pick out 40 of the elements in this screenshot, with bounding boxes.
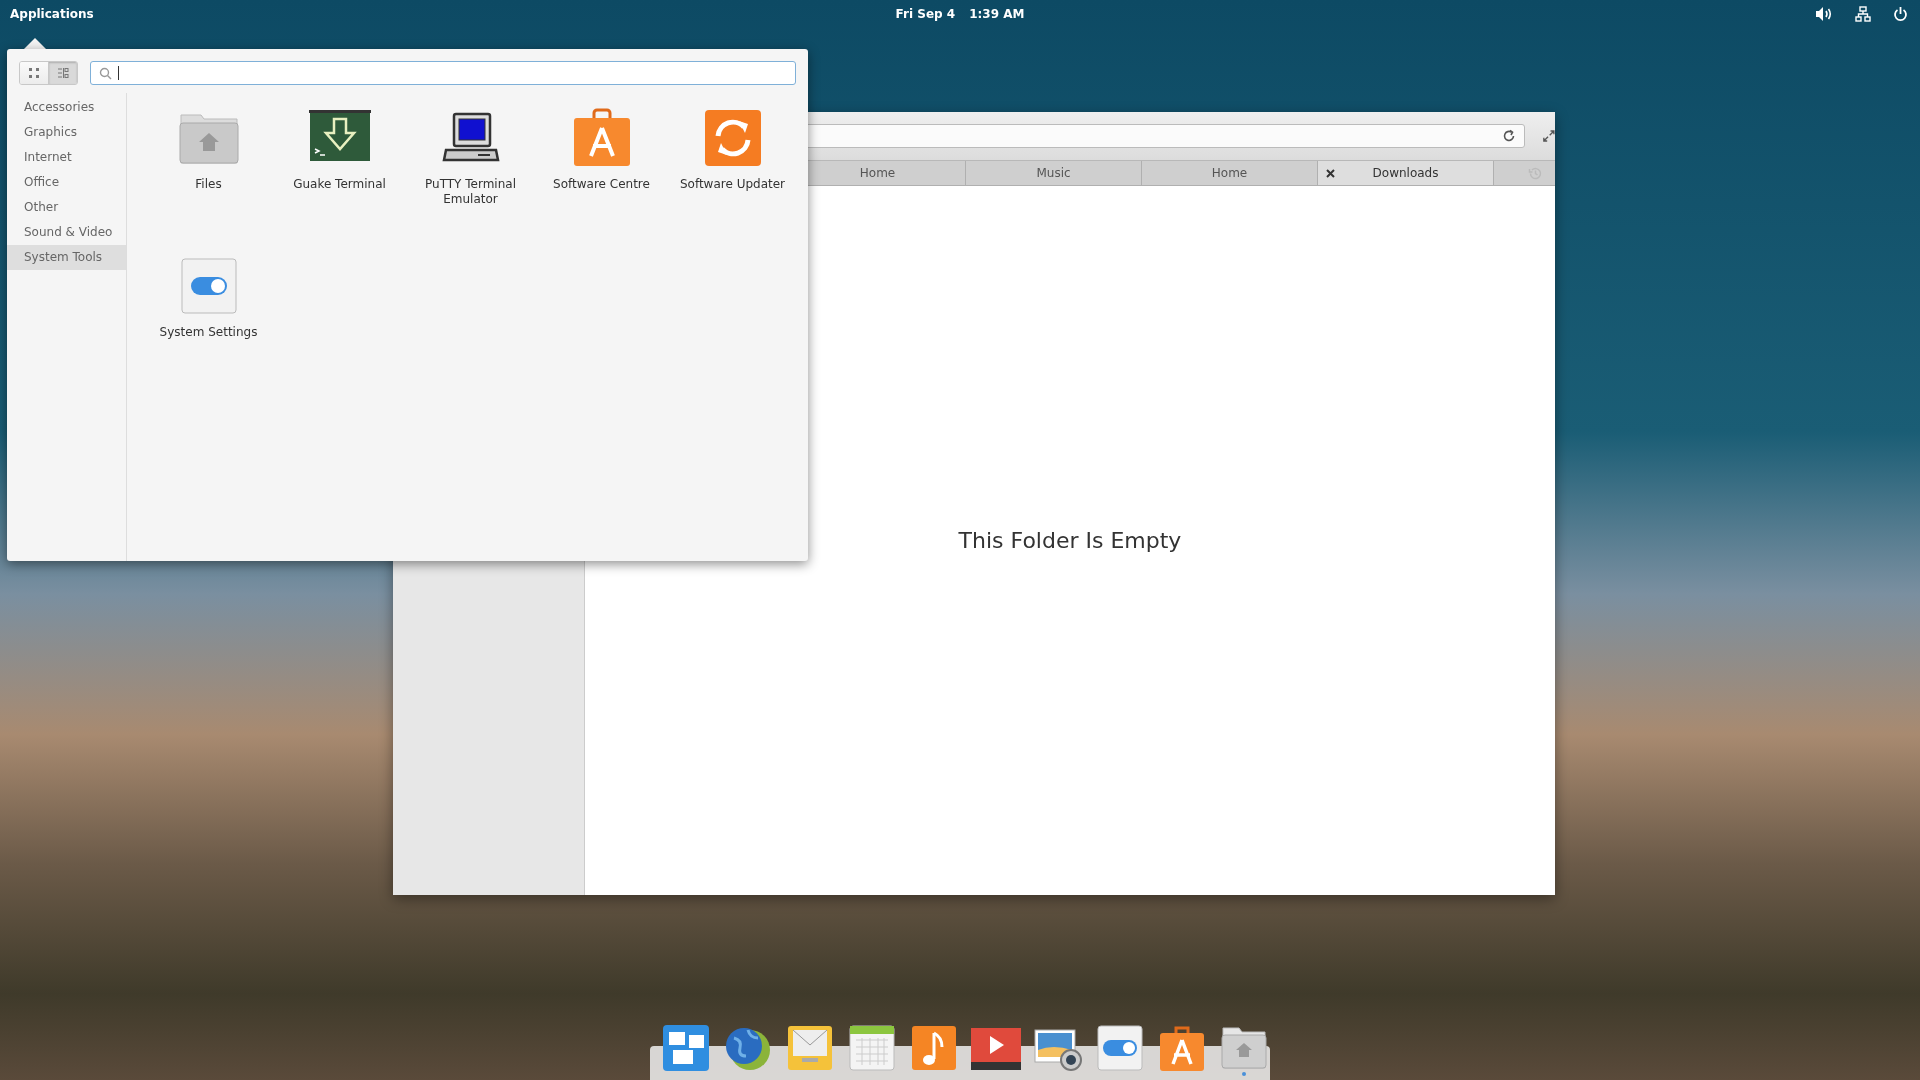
applications-menu-button[interactable]: Applications (0, 7, 104, 21)
window-tiles-icon[interactable] (662, 1024, 710, 1072)
close-icon[interactable] (1326, 168, 1335, 178)
category-item[interactable]: Sound & Video (7, 220, 126, 245)
app-label[interactable]: PuTTY Terminal Emulator (410, 177, 531, 207)
maximize-icon[interactable] (1543, 129, 1555, 143)
search-icon (99, 66, 112, 80)
date-label[interactable]: Fri Sep 4 (895, 7, 956, 21)
grid-view-button[interactable] (20, 62, 48, 84)
refresh-icon[interactable] (703, 107, 762, 169)
tab[interactable]: Downloads (1318, 161, 1494, 185)
time-label[interactable]: 1:39 AM (969, 7, 1025, 21)
volume-icon[interactable] (1815, 6, 1833, 22)
category-item[interactable]: Office (7, 170, 126, 195)
envelope-icon[interactable] (786, 1024, 834, 1072)
app-label[interactable]: Software Updater (672, 177, 793, 192)
category-view-button[interactable] (48, 62, 77, 84)
app-label[interactable]: Software Centre (541, 177, 662, 192)
empty-folder-message: This Folder Is Empty (958, 528, 1182, 553)
toggle-switch-icon[interactable] (1096, 1024, 1144, 1072)
power-icon[interactable] (1893, 6, 1908, 22)
shopping-bag-icon[interactable] (1158, 1024, 1206, 1072)
search-field[interactable] (90, 61, 796, 85)
app-label[interactable]: System Settings (148, 325, 269, 340)
reload-icon[interactable] (1502, 129, 1517, 143)
calendar-icon[interactable] (848, 1024, 896, 1072)
tab[interactable]: Music (966, 161, 1142, 185)
grid-icon (28, 67, 40, 79)
app-label[interactable]: Files (148, 177, 269, 192)
category-item[interactable]: Other (7, 195, 126, 220)
category-item[interactable]: Graphics (7, 120, 126, 145)
category-item[interactable]: Internet (7, 145, 126, 170)
category-item[interactable]: System Tools (7, 245, 126, 270)
app-label[interactable]: Guake Terminal (279, 177, 400, 192)
category-item[interactable]: Accessories (7, 95, 126, 120)
toggle-switch-icon[interactable] (180, 255, 237, 317)
folder-icon[interactable] (1220, 1024, 1268, 1070)
list-icon (57, 67, 69, 79)
music-note-icon[interactable] (910, 1024, 958, 1072)
network-icon[interactable] (1855, 6, 1871, 22)
